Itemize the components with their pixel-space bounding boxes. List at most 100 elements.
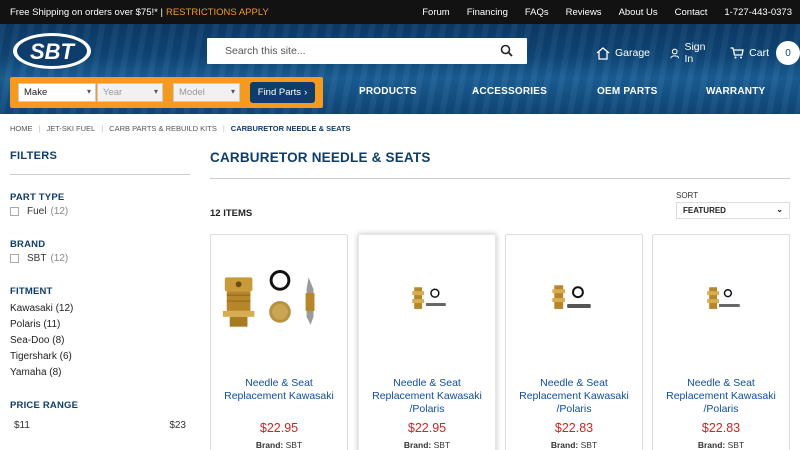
main-nav: PRODUCTS ⌄ ACCESSORIES ⌄ OEM PARTS WARRA… xyxy=(330,86,800,100)
product-brand: Brand: SBT xyxy=(506,440,642,450)
fitment-item-tigershark[interactable]: Tigershark (6) xyxy=(10,351,190,364)
product-brand: Brand: SBT xyxy=(211,440,347,450)
year-select[interactable]: Year ▾ xyxy=(97,83,163,102)
product-card[interactable]: Needle & Seat Replacement Kawasaki $22.9… xyxy=(210,234,348,450)
chevron-down-icon: ⌄ xyxy=(776,205,783,214)
top-link-contact[interactable]: Contact xyxy=(675,7,708,18)
product-brand: Brand: SBT xyxy=(653,440,789,450)
make-value: Make xyxy=(24,87,48,98)
breadcrumb-separator: | xyxy=(222,124,225,133)
product-image[interactable] xyxy=(211,235,347,375)
fitment-item-polaris[interactable]: Polaris (11) xyxy=(10,319,190,332)
garage-link[interactable]: Garage xyxy=(596,46,650,60)
top-link-phone[interactable]: 1-727-443-0373 xyxy=(724,7,792,18)
product-image[interactable] xyxy=(653,235,789,375)
cart-count-badge: 0 xyxy=(776,41,800,65)
breadcrumb-carb-parts[interactable]: CARB PARTS & REBUILD KITS xyxy=(109,124,217,133)
restrictions-link[interactable]: RESTRICTIONS APPLY xyxy=(166,7,269,18)
product-card[interactable]: Needle & Seat Replacement Kawasaki /Pola… xyxy=(505,234,643,450)
fitment-item-kawasaki[interactable]: Kawasaki (12) xyxy=(10,303,190,316)
product-name[interactable]: Needle & Seat Replacement Kawasaki xyxy=(215,377,343,403)
brand-label: Brand: xyxy=(550,440,579,450)
divider xyxy=(10,174,190,175)
brand-value: SBT xyxy=(433,440,451,450)
brand-value: SBT xyxy=(580,440,598,450)
home-icon xyxy=(596,46,610,60)
price-range: $11 $23 xyxy=(10,420,190,431)
search-input[interactable]: Search this site... xyxy=(207,38,527,64)
brand-value: SBT xyxy=(727,440,745,450)
chevron-down-icon: ▾ xyxy=(153,87,158,96)
filter-option-fuel[interactable]: Fuel (12) xyxy=(10,206,190,217)
top-link-about[interactable]: About Us xyxy=(619,7,658,18)
top-links: Forum Financing FAQs Reviews About Us Co… xyxy=(405,7,792,18)
top-bar: Free Shipping on orders over $75!* | REST… xyxy=(0,0,800,24)
promo-text: Free Shipping on orders over $75!* | xyxy=(10,6,163,18)
nav-oem-parts[interactable]: OEM PARTS xyxy=(597,86,658,97)
model-value: Model xyxy=(179,87,205,98)
brand-value: SBT xyxy=(285,440,303,450)
price-max: $23 xyxy=(169,420,186,431)
find-parts-button[interactable]: Find Parts › xyxy=(250,82,315,103)
brand-label: Brand: xyxy=(255,440,284,450)
breadcrumb-jet-ski-fuel[interactable]: JET-SKI FUEL xyxy=(46,124,95,133)
price-min: $11 xyxy=(14,420,30,431)
make-select[interactable]: Make ▾ xyxy=(18,83,96,102)
user-icon xyxy=(670,48,680,58)
chevron-down-icon: ▾ xyxy=(86,87,91,96)
divider xyxy=(210,178,790,179)
product-image[interactable] xyxy=(506,235,642,375)
product-image[interactable] xyxy=(359,235,495,375)
brand-label: Brand: xyxy=(403,440,432,450)
sort-select[interactable]: FEATURED ⌄ xyxy=(676,202,790,219)
brand-label: Brand: xyxy=(697,440,726,450)
top-link-financing[interactable]: Financing xyxy=(467,7,508,18)
product-name[interactable]: Needle & Seat Replacement Kawasaki /Pola… xyxy=(657,377,785,416)
signin-link[interactable]: Sign In xyxy=(670,41,710,65)
shipping-promo: Free Shipping on orders over $75!* | REST… xyxy=(10,7,269,18)
cart-label: Cart xyxy=(749,47,769,59)
product-brand: Brand: SBT xyxy=(359,440,495,450)
nav-accessories-label: ACCESSORIES xyxy=(472,86,547,97)
top-link-reviews[interactable]: Reviews xyxy=(566,7,602,18)
filter-option-label: Fuel xyxy=(27,206,47,217)
filter-option-sbt[interactable]: SBT (12) xyxy=(10,253,190,264)
search-placeholder: Search this site... xyxy=(225,45,306,57)
filter-option-label: SBT xyxy=(27,253,47,264)
year-value: Year xyxy=(103,87,123,98)
signin-label: Sign In xyxy=(684,41,706,65)
search-icon[interactable] xyxy=(500,44,513,57)
part-finder: Make ▾ Year ▾ Model ▾ Find Parts › xyxy=(10,77,323,108)
sbt-logo[interactable]: SBT xyxy=(12,32,92,70)
checkbox[interactable] xyxy=(10,254,19,263)
product-price: $22.95 xyxy=(407,421,447,435)
fitment-item-sea-doo[interactable]: Sea-Doo (8) xyxy=(10,335,190,348)
product-card[interactable]: Needle & Seat Replacement Kawasaki /Pola… xyxy=(652,234,790,450)
nav-warranty[interactable]: WARRANTY xyxy=(706,86,765,97)
site-header: SBT Search this site... Garage Sign In C… xyxy=(0,24,800,114)
logo-text: SBT xyxy=(30,39,76,64)
fitment-item-yamaha[interactable]: Yamaha (8) xyxy=(10,367,190,380)
price-range-heading[interactable]: PRICE RANGE xyxy=(10,400,190,411)
product-price: $22.83 xyxy=(701,421,741,435)
fitment-heading[interactable]: FITMENT xyxy=(10,286,190,297)
breadcrumb-home[interactable]: HOME xyxy=(10,124,33,133)
product-card[interactable]: Needle & Seat Replacement Kawasaki /Pola… xyxy=(358,234,496,450)
part-type-heading[interactable]: PART TYPE xyxy=(10,192,190,203)
product-price: $22.83 xyxy=(554,421,594,435)
chevron-down-icon: ⌄ xyxy=(472,87,479,94)
cart-icon xyxy=(730,47,744,59)
product-name[interactable]: Needle & Seat Replacement Kawasaki /Pola… xyxy=(363,377,491,416)
cart-link[interactable]: Cart 0 xyxy=(730,41,800,65)
header-links: Garage Sign In Cart 0 xyxy=(596,41,800,65)
top-link-faqs[interactable]: FAQs xyxy=(525,7,549,18)
filters-title: FILTERS xyxy=(10,150,58,162)
breadcrumb-separator: | xyxy=(38,124,41,133)
checkbox[interactable] xyxy=(10,207,19,216)
model-select[interactable]: Model ▾ xyxy=(173,83,240,102)
brand-heading[interactable]: BRAND xyxy=(10,239,190,250)
sort-label: SORT xyxy=(676,191,699,200)
filter-option-count: (12) xyxy=(50,206,69,217)
top-link-forum[interactable]: Forum xyxy=(422,7,449,18)
product-name[interactable]: Needle & Seat Replacement Kawasaki /Pola… xyxy=(510,377,638,416)
